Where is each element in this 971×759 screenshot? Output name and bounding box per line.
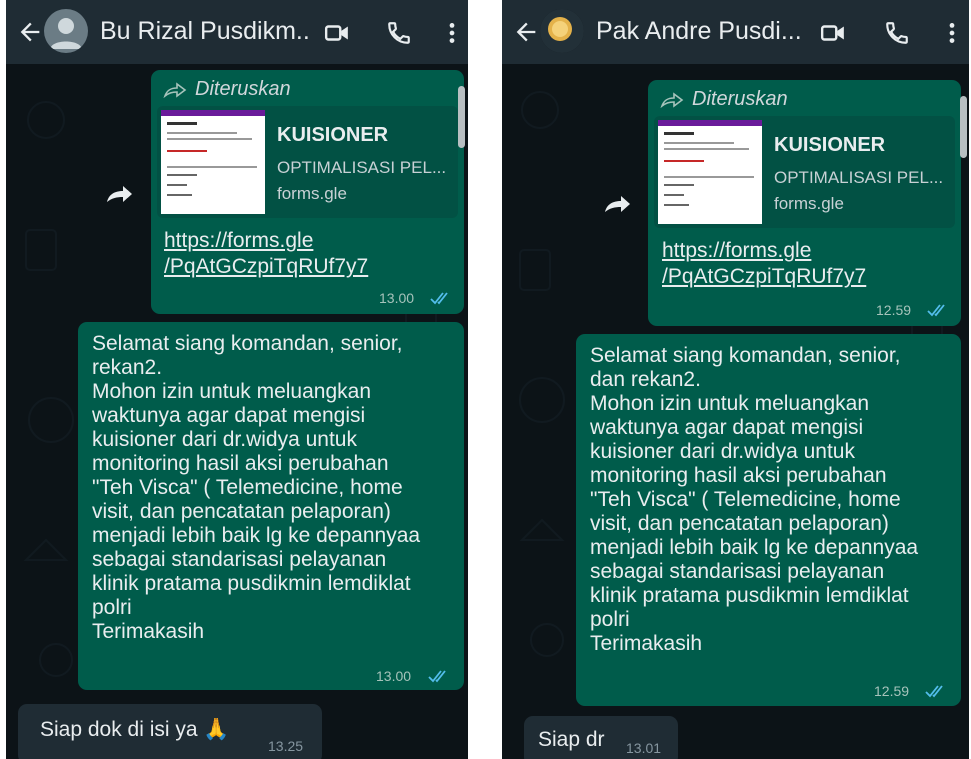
preview-host: forms.gle [277, 184, 347, 203]
chat-panel-left: Bu Rizal Pusdikm... Diteruskan KUISIONER [6, 0, 468, 759]
forwarded-link-message[interactable]: Diteruskan KUISIONER OPTIMALISASI PEL...… [648, 80, 961, 326]
preview-thumbnail [161, 110, 265, 214]
message-time: 13.25 [268, 738, 304, 754]
link-preview[interactable]: KUISIONER OPTIMALISASI PEL... forms.gle [157, 106, 458, 218]
chat-header: Pak Andre Pusdi... [502, 0, 969, 64]
preview-description: OPTIMALISASI PEL... [774, 168, 944, 187]
preview-thumbnail [658, 120, 762, 224]
incoming-message[interactable]: Siap dok di isi ya 🙏 13.25 [18, 704, 322, 759]
form-link-line2[interactable]: /PqAtGCzpiTqRUf7y7 [164, 254, 368, 280]
video-call-icon[interactable] [820, 20, 846, 46]
forwarded-link-message[interactable]: Diteruskan KUISIONER OPTIMALISASI PEL...… [151, 70, 464, 314]
link-preview[interactable]: KUISIONER OPTIMALISASI PEL... forms.gle [654, 116, 955, 228]
forwarded-label: Diteruskan [660, 88, 788, 111]
scrollbar[interactable] [960, 96, 967, 158]
chat-header: Bu Rizal Pusdikm... [6, 0, 468, 64]
back-arrow-icon[interactable] [512, 18, 540, 46]
text-message[interactable]: Selamat siang komandan, senior, rekan2. … [78, 322, 464, 690]
preview-description: OPTIMALISASI PEL... [277, 158, 447, 177]
chat-panel-right: Pak Andre Pusdi... Diteruskan KUISIONER [502, 0, 969, 759]
message-body: Selamat siang komandan, senior, dan reka… [590, 344, 919, 655]
message-time: 12.59 [874, 683, 910, 699]
message-body: Siap dok di isi ya 🙏 [40, 718, 230, 741]
message-time: 13.00 [379, 290, 415, 306]
form-link-line1[interactable]: https://forms.gle [662, 238, 811, 264]
avatar[interactable] [44, 9, 88, 53]
more-options-icon[interactable] [939, 20, 965, 46]
forwarded-text: Diteruskan [692, 88, 788, 110]
forwarded-text: Diteruskan [195, 78, 291, 100]
preview-title: KUISIONER [277, 124, 389, 146]
double-check-icon [428, 670, 446, 683]
avatar[interactable] [540, 9, 584, 53]
forwarded-label: Diteruskan [163, 78, 291, 101]
double-check-icon [925, 685, 943, 698]
forwarded-icon [163, 81, 187, 98]
preview-title: KUISIONER [774, 134, 886, 156]
form-link-line1[interactable]: https://forms.gle [164, 228, 313, 254]
contact-name[interactable]: Bu Rizal Pusdikm... [100, 17, 310, 46]
message-body: Siap dr [538, 728, 605, 751]
forward-icon[interactable] [104, 182, 134, 206]
more-options-icon[interactable] [439, 20, 465, 46]
message-time: 13.00 [376, 668, 412, 684]
message-time: 13.01 [626, 740, 662, 756]
forward-icon[interactable] [602, 192, 632, 216]
form-link-line2[interactable]: /PqAtGCzpiTqRUf7y7 [662, 264, 866, 290]
contact-name[interactable]: Pak Andre Pusdi... [596, 17, 806, 46]
message-time: 12.59 [876, 302, 912, 318]
preview-host: forms.gle [774, 194, 844, 213]
video-call-icon[interactable] [324, 20, 350, 46]
voice-call-icon[interactable] [386, 20, 412, 46]
double-check-icon [430, 292, 448, 305]
scrollbar[interactable] [458, 86, 465, 148]
message-body: Selamat siang komandan, senior, rekan2. … [92, 332, 421, 643]
text-message[interactable]: Selamat siang komandan, senior, dan reka… [576, 334, 961, 706]
double-check-icon [927, 304, 945, 317]
back-arrow-icon[interactable] [16, 18, 44, 46]
voice-call-icon[interactable] [884, 20, 910, 46]
incoming-message[interactable]: Siap dr 13.01 [524, 716, 678, 759]
forwarded-icon [660, 91, 684, 108]
